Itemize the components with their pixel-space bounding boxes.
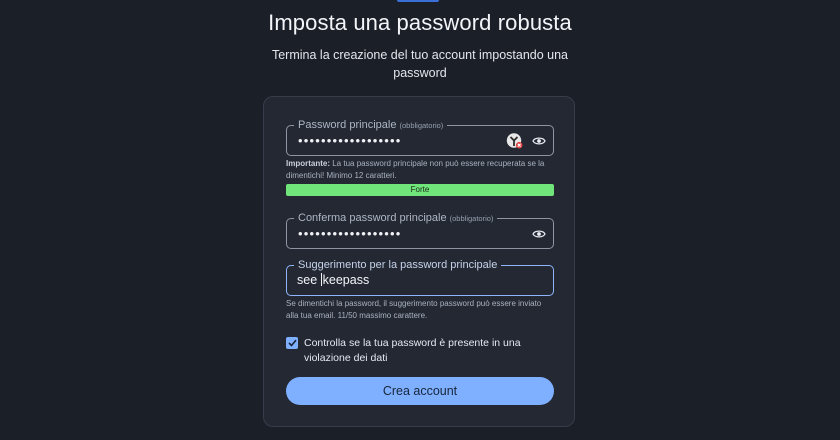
breach-check-label[interactable]: Controlla se la tua password è presente … bbox=[304, 336, 544, 366]
create-account-button[interactable]: Crea account bbox=[286, 377, 554, 405]
page-subtitle: Termina la creazione del tuo account imp… bbox=[271, 48, 568, 80]
master-password-hint: Importante: La tua password principale n… bbox=[286, 159, 545, 180]
password-hint-label: Suggerimento per la password principale bbox=[294, 258, 502, 272]
password-strength-meter: Forte bbox=[286, 184, 554, 196]
password-hint-help: Se dimentichi la password, il suggerimen… bbox=[286, 299, 542, 320]
required-tag: (obbligatorio) bbox=[449, 214, 494, 223]
password-manager-extension-icon[interactable] bbox=[506, 132, 524, 150]
master-password-field[interactable]: Password principale (obbligatorio) •••••… bbox=[286, 118, 554, 156]
eye-icon[interactable] bbox=[530, 132, 548, 150]
eye-icon[interactable] bbox=[530, 225, 548, 243]
password-hint-value[interactable]: see keepass bbox=[297, 273, 369, 287]
master-password-value[interactable]: •••••••••••••••••• bbox=[298, 134, 402, 148]
confirm-password-label: Conferma password principale (obbligator… bbox=[294, 211, 498, 226]
top-accent-bar bbox=[397, 0, 439, 2]
required-tag: (obbligatorio) bbox=[399, 121, 444, 130]
check-icon bbox=[287, 339, 297, 347]
confirm-password-field[interactable]: Conferma password principale (obbligator… bbox=[286, 211, 554, 249]
password-form-card: Password principale (obbligatorio) •••••… bbox=[263, 96, 575, 427]
confirm-password-value[interactable]: •••••••••••••••••• bbox=[298, 227, 402, 241]
password-hint-field[interactable]: Suggerimento per la password principale … bbox=[286, 258, 554, 296]
page-title: Imposta una password robusta bbox=[268, 10, 572, 35]
master-password-label: Password principale (obbligatorio) bbox=[294, 118, 448, 133]
password-strength-label: Forte bbox=[410, 185, 430, 194]
breach-check-checkbox[interactable] bbox=[286, 337, 298, 349]
